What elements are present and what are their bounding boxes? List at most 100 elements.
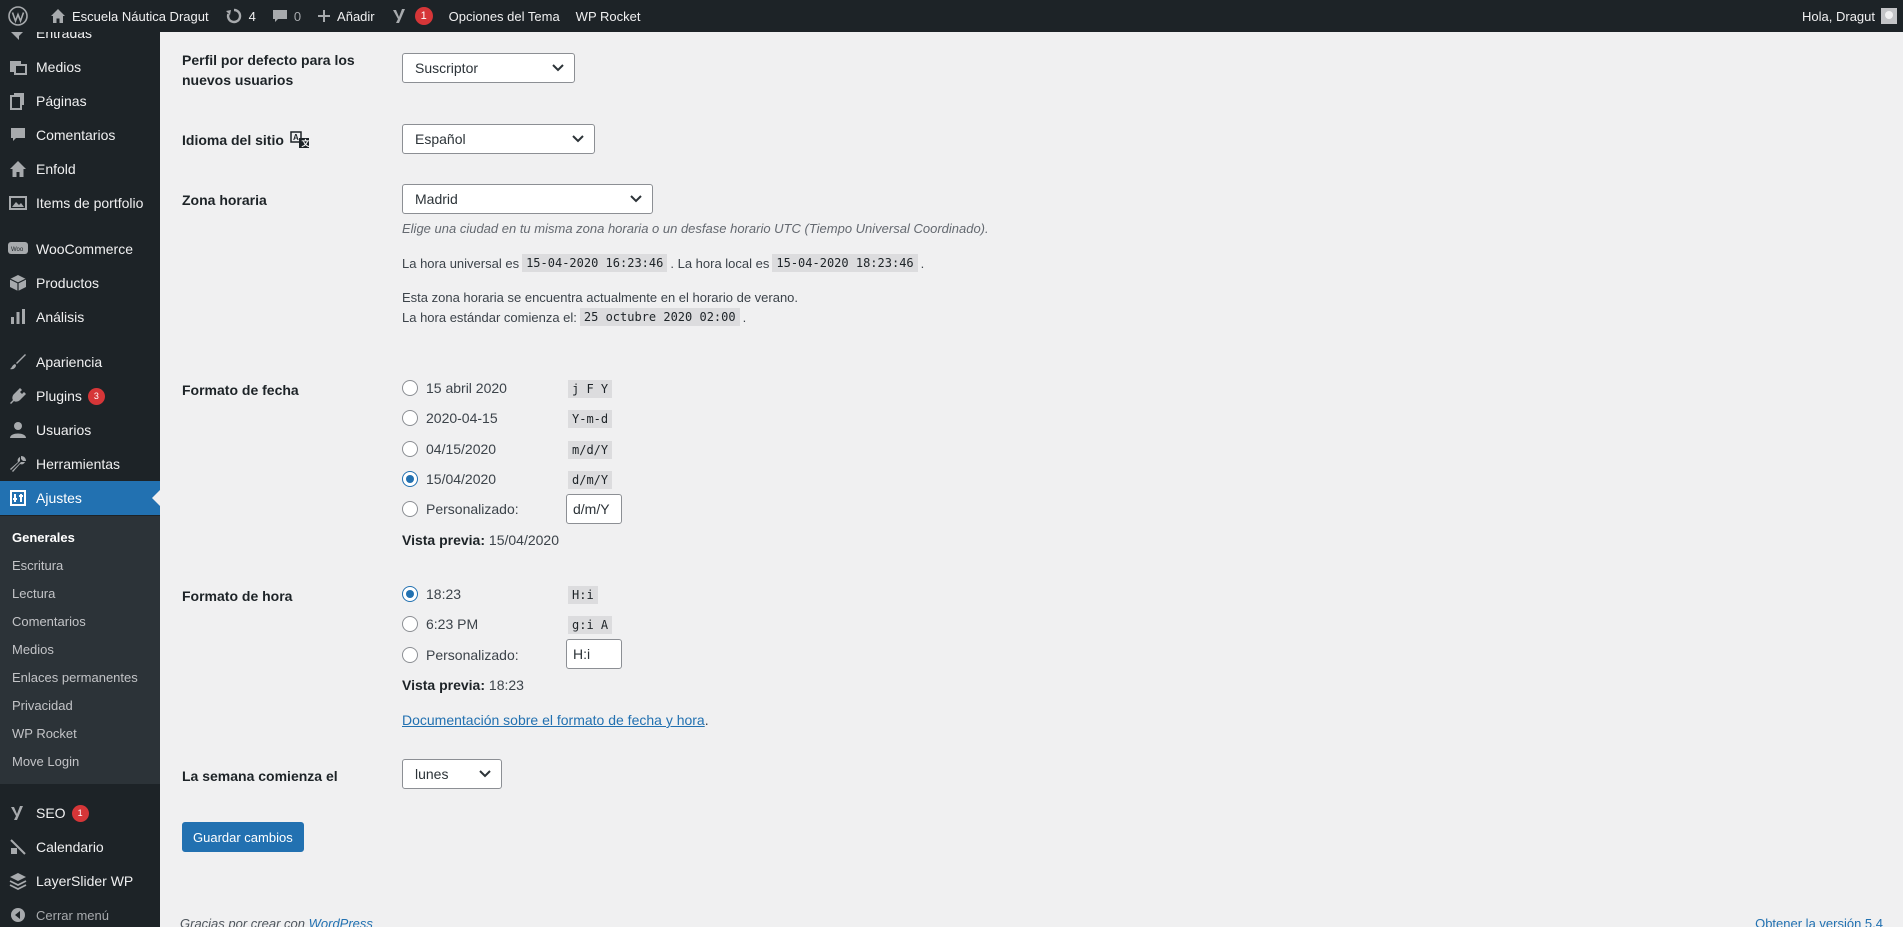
date-format-option[interactable]: 04/15/2020	[402, 441, 496, 457]
sidebar-item-media[interactable]: Medios	[0, 50, 160, 84]
comment-icon	[272, 10, 287, 22]
sidebar-item-seo[interactable]: SEO 1	[0, 796, 160, 830]
site-language-label: Idioma del sitio A文	[182, 130, 310, 150]
date-format-option[interactable]: 2020-04-15	[402, 410, 498, 426]
box-icon	[8, 273, 28, 293]
sidebar-item-products[interactable]: Productos	[0, 266, 160, 300]
footer-thanks-text: Gracias por crear con	[180, 916, 305, 927]
sidebar-item-settings[interactable]: Ajustes	[0, 481, 160, 515]
time-format-option-selected[interactable]: 18:23	[402, 586, 461, 602]
theme-options-label: Opciones del Tema	[448, 8, 560, 24]
submenu-general[interactable]: Generales	[12, 530, 75, 545]
footer-update-link[interactable]: Obtener la versión 5.4	[1755, 916, 1883, 927]
wp-rocket-link[interactable]: WP Rocket	[568, 0, 649, 32]
week-start-select[interactable]: lunes	[402, 759, 502, 789]
sidebar-item-analytics[interactable]: Análisis	[0, 300, 160, 334]
sidebar-item-calendar[interactable]: Calendario	[0, 830, 160, 864]
std-prefix: La hora estándar comienza el:	[402, 309, 577, 325]
add-new-link[interactable]: Añadir	[309, 0, 383, 32]
sidebar-item-users[interactable]: Usuarios	[0, 413, 160, 447]
sidebar-item-pages[interactable]: Páginas	[0, 84, 160, 118]
custom-date-format-value: d/m/Y	[573, 501, 610, 517]
radio-button[interactable]	[402, 616, 418, 632]
sidebar-item-label: Cerrar menú	[36, 907, 109, 923]
radio-button[interactable]	[402, 380, 418, 396]
date-time-documentation-link[interactable]: Documentación sobre el formato de fecha …	[402, 712, 705, 728]
sidebar-item-label: Productos	[36, 275, 100, 291]
custom-time-format-input[interactable]: H:i	[566, 639, 622, 669]
timezone-select[interactable]: Madrid	[402, 184, 653, 214]
updates-link[interactable]: 4	[217, 0, 264, 32]
yoast-menu[interactable]: 1	[383, 0, 441, 32]
submenu-reading[interactable]: Lectura	[12, 586, 55, 601]
format-code: j F Y	[568, 380, 613, 398]
save-changes-button[interactable]: Guardar cambios	[182, 822, 304, 852]
submenu-privacy[interactable]: Privacidad	[12, 698, 73, 713]
chevron-down-icon	[630, 195, 642, 203]
radio-button-checked[interactable]	[402, 471, 418, 487]
option-label: 15/04/2020	[426, 471, 497, 487]
sidebar-item-layerslider[interactable]: LayerSlider WP	[0, 864, 160, 898]
default-role-label-line2: nuevos usuarios	[182, 72, 294, 88]
layers-icon	[8, 871, 28, 891]
translation-icon: A文	[290, 131, 310, 148]
sidebar-item-comments[interactable]: Comentarios	[0, 118, 160, 152]
svg-text:A: A	[293, 133, 299, 142]
sidebar-item-tools[interactable]: Herramientas	[0, 447, 160, 481]
radio-button[interactable]	[402, 501, 418, 517]
radio-button[interactable]	[402, 441, 418, 457]
wp-rocket-label: WP Rocket	[575, 8, 641, 24]
wordpress-logo-icon[interactable]	[0, 0, 42, 32]
my-account[interactable]: Hola, Dragut	[1802, 8, 1903, 24]
submenu-discussion[interactable]: Comentarios	[12, 614, 86, 629]
collapse-menu-button[interactable]: Cerrar menú	[0, 898, 160, 927]
sidebar-item-label: Calendario	[36, 839, 104, 855]
preview-label: Vista previa:	[402, 677, 486, 693]
sidebar-item-label: SEO	[36, 805, 66, 821]
timezone-label: Zona horaria	[182, 192, 267, 208]
time-format-custom-option[interactable]: Personalizado:	[402, 647, 519, 663]
home-icon	[51, 9, 65, 23]
site-name-link[interactable]: Escuela Náutica Dragut	[42, 0, 217, 32]
theme-options-link[interactable]: Opciones del Tema	[441, 0, 568, 32]
woocommerce-icon: Woo	[8, 239, 28, 259]
radio-button-checked[interactable]	[402, 586, 418, 602]
time-format-option[interactable]: 6:23 PM	[402, 616, 478, 632]
radio-button[interactable]	[402, 647, 418, 663]
sidebar-item-enfold[interactable]: Enfold	[0, 152, 160, 186]
submenu-move-login[interactable]: Move Login	[12, 754, 79, 769]
sidebar-item-portfolio[interactable]: Items de portfolio	[0, 186, 160, 220]
date-format-option-selected[interactable]: 15/04/2020	[402, 471, 496, 487]
radio-button[interactable]	[402, 410, 418, 426]
submenu-permalinks[interactable]: Enlaces permanentes	[12, 670, 138, 685]
site-name: Escuela Náutica Dragut	[72, 8, 209, 24]
format-code-text: g:i A	[568, 616, 613, 634]
dst-note: Esta zona horaria se encuentra actualmen…	[402, 290, 799, 305]
site-language-select[interactable]: Español	[402, 124, 595, 154]
default-role-label: Perfil por defecto para los nuevos usuar…	[182, 50, 355, 90]
format-code-text: m/d/Y	[568, 441, 613, 459]
date-format-custom-option[interactable]: Personalizado:	[402, 501, 519, 517]
sidebar-item-appearance[interactable]: Apariencia	[0, 345, 160, 379]
wrench-icon	[8, 454, 28, 474]
preview-value: 15/04/2020	[488, 532, 559, 548]
sidebar-item-plugins[interactable]: Plugins 3	[0, 379, 160, 413]
comments-link[interactable]: 0	[264, 0, 309, 32]
custom-date-format-input[interactable]: d/m/Y	[566, 494, 622, 524]
submenu-writing[interactable]: Escritura	[12, 558, 63, 573]
yoast-badge: 1	[414, 7, 433, 25]
default-role-select[interactable]: Suscriptor	[402, 53, 575, 83]
submenu-wp-rocket[interactable]: WP Rocket	[12, 726, 77, 741]
sidebar-item-posts[interactable]: Entradas	[0, 32, 160, 50]
sidebar-item-woocommerce[interactable]: Woo WooCommerce	[0, 232, 160, 266]
submenu-media[interactable]: Medios	[12, 642, 54, 657]
sidebar-item-label: Ajustes	[36, 490, 82, 506]
date-format-label: Formato de fecha	[182, 382, 299, 398]
option-label: 18:23	[426, 586, 462, 602]
preview-value: 18:23	[488, 677, 524, 693]
sidebar-item-label: Comentarios	[36, 127, 116, 143]
preview-label: Vista previa:	[402, 532, 486, 548]
date-format-option[interactable]: 15 abril 2020	[402, 380, 507, 396]
format-code-text: d/m/Y	[568, 471, 613, 489]
wordpress-link[interactable]: WordPress	[309, 916, 373, 927]
